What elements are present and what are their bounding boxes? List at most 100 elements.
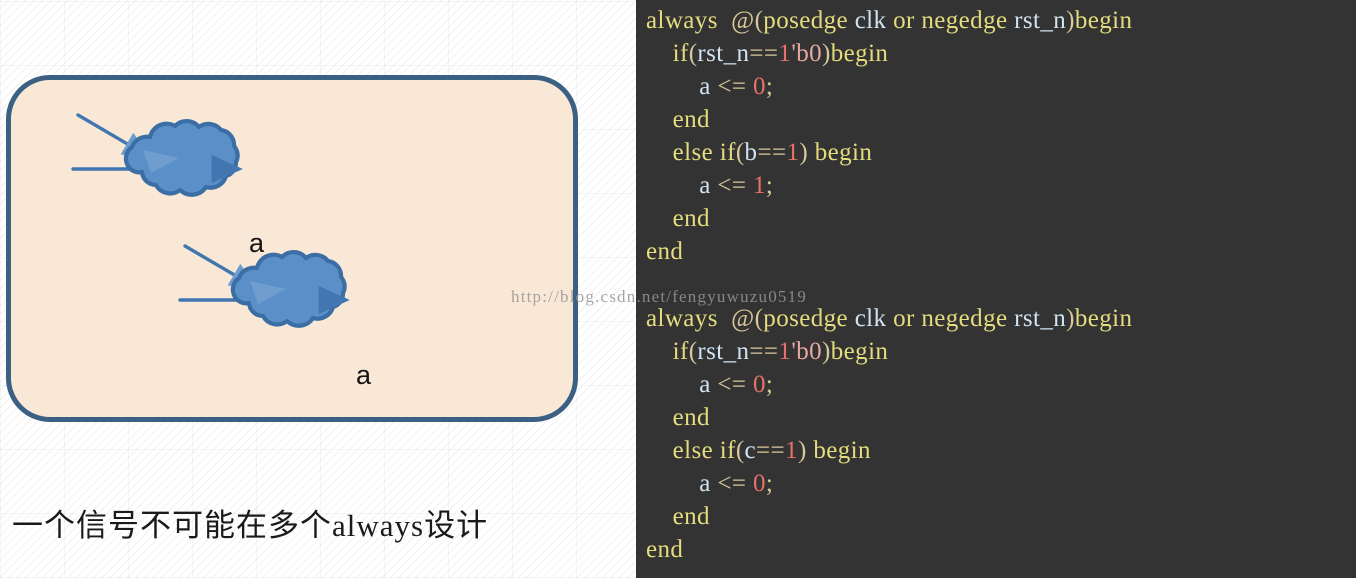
code-token: <= bbox=[710, 470, 754, 497]
cloud-shape-1 bbox=[123, 118, 240, 197]
code-token: ) bbox=[1066, 305, 1075, 332]
code-line: if(rst_n==1'b0)begin bbox=[636, 37, 1356, 70]
code-token: negedge bbox=[921, 305, 1008, 332]
slide-root: a a 一个信号不可能在多个always设计 always @(posedge … bbox=[0, 0, 1356, 578]
code-token: <= bbox=[710, 73, 754, 100]
code-token: @( bbox=[731, 305, 764, 332]
code-token: @( bbox=[731, 7, 764, 34]
code-token: 1 bbox=[778, 338, 792, 365]
code-token: == bbox=[756, 437, 786, 464]
code-line: a <= 0; bbox=[636, 467, 1356, 500]
code-token: ) bbox=[799, 139, 815, 166]
code-token: <= bbox=[710, 371, 754, 398]
code-token: posedge bbox=[763, 305, 849, 332]
signal-label-a-2: a bbox=[356, 360, 372, 390]
code-token: always bbox=[646, 7, 718, 34]
code-token: ; bbox=[765, 172, 774, 199]
code-line: end bbox=[636, 235, 1356, 268]
code-line: end bbox=[636, 401, 1356, 434]
diagram-graphics bbox=[71, 113, 350, 328]
code-panel: always @(posedge clk or negedge rst_n)be… bbox=[636, 0, 1356, 578]
code-token: 0 bbox=[753, 470, 766, 497]
code-token: begin bbox=[1074, 7, 1133, 34]
cloud-shape-2 bbox=[230, 249, 347, 328]
code-token: negedge bbox=[921, 7, 1008, 34]
code-token: begin bbox=[830, 40, 889, 67]
code-token: <= bbox=[710, 172, 754, 199]
code-token: begin bbox=[813, 437, 871, 464]
code-block-second: always @(posedge clk or negedge rst_n)be… bbox=[636, 302, 1356, 566]
code-line: a <= 0; bbox=[636, 368, 1356, 401]
code-token: == bbox=[757, 139, 787, 166]
code-token: ; bbox=[765, 470, 774, 497]
code-token: == bbox=[749, 40, 779, 67]
code-line: end bbox=[636, 533, 1356, 566]
code-token: begin bbox=[830, 338, 889, 365]
code-token: a bbox=[699, 73, 711, 100]
code-line: if(rst_n==1'b0)begin bbox=[636, 335, 1356, 368]
code-token: end bbox=[672, 404, 710, 431]
code-token: rst_n bbox=[697, 40, 750, 67]
code-token: ) bbox=[822, 40, 831, 67]
code-token: if bbox=[672, 338, 689, 365]
code-token: posedge bbox=[763, 7, 849, 34]
code-line: end bbox=[636, 202, 1356, 235]
code-token: clk bbox=[854, 305, 887, 332]
code-token: rst_n bbox=[697, 338, 750, 365]
code-token: ) bbox=[822, 338, 831, 365]
code-block-first: always @(posedge clk or negedge rst_n)be… bbox=[636, 4, 1356, 268]
code-token: ) bbox=[797, 437, 814, 464]
code-token: b bbox=[744, 139, 758, 166]
code-token: rst_n bbox=[1014, 305, 1067, 332]
code-token: end bbox=[672, 503, 710, 530]
code-token: if bbox=[719, 139, 736, 166]
code-token: if bbox=[672, 40, 689, 67]
code-token: 1 bbox=[753, 172, 766, 199]
code-token: ( bbox=[735, 139, 745, 166]
signal-label-a-1: a bbox=[249, 228, 265, 258]
code-line: a <= 1; bbox=[636, 169, 1356, 202]
code-token: end bbox=[646, 536, 684, 563]
logic-block-1 bbox=[71, 113, 243, 197]
code-token: ( bbox=[735, 437, 745, 464]
code-token: 0 bbox=[753, 73, 766, 100]
slide-caption: 一个信号不可能在多个always设计 bbox=[12, 508, 489, 543]
code-token: end bbox=[672, 106, 710, 133]
code-token: 0 bbox=[753, 371, 766, 398]
code-token: 'b0 bbox=[791, 338, 823, 365]
code-token: a bbox=[699, 172, 711, 199]
code-token: begin bbox=[814, 139, 873, 166]
code-line: end bbox=[636, 103, 1356, 136]
code-token: end bbox=[646, 238, 684, 265]
code-token: ; bbox=[765, 371, 774, 398]
code-line: else if(b==1) begin bbox=[636, 136, 1356, 169]
code-token: 1 bbox=[786, 139, 800, 166]
code-token: ) bbox=[1066, 7, 1075, 34]
code-token: end bbox=[672, 205, 710, 232]
code-token: always bbox=[646, 305, 718, 332]
code-token: 1 bbox=[785, 437, 798, 464]
diagram-panel: a a bbox=[6, 75, 578, 422]
code-token: rst_n bbox=[1014, 7, 1067, 34]
code-token: == bbox=[749, 338, 779, 365]
code-token: or bbox=[893, 7, 915, 34]
code-token: else bbox=[672, 437, 714, 464]
code-token: else bbox=[672, 139, 714, 166]
code-token: c bbox=[744, 437, 757, 464]
code-token: if bbox=[719, 437, 736, 464]
code-line: always @(posedge clk or negedge rst_n)be… bbox=[636, 4, 1356, 37]
